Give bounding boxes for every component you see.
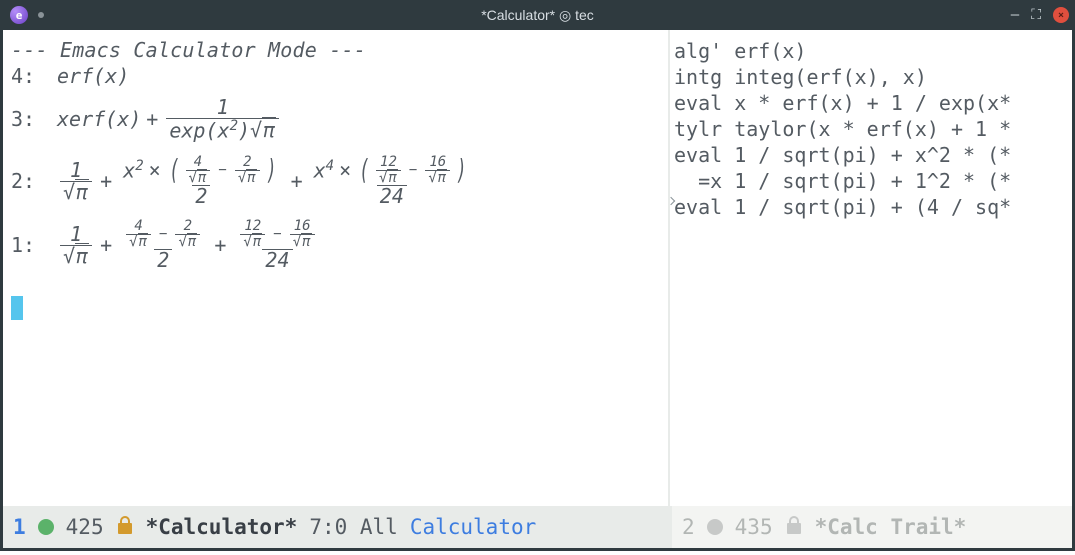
- stack-index: 3:: [11, 107, 57, 131]
- stack-row-3: 3: xerf(x) + 1 exp(x2)π: [11, 90, 666, 148]
- status-dot-icon: [38, 519, 54, 535]
- lock-icon: [116, 515, 134, 540]
- minimize-button[interactable]: –: [1011, 8, 1019, 22]
- stack-row-4: 4: erf(x): [11, 64, 666, 88]
- buffer-name: *Calc Trail*: [815, 515, 967, 539]
- buffer-name: *Calculator*: [146, 515, 298, 539]
- line-count: 435: [735, 515, 773, 539]
- modified-indicator-icon: [38, 12, 44, 18]
- trail-line: eval 1 / sqrt(pi) + x^2 * (*: [674, 142, 1072, 168]
- trail-line: tylr taylor(x * erf(x) + 1 *: [674, 116, 1072, 142]
- stack-expr: xerf(x) + 1 exp(x2)π: [57, 97, 282, 142]
- stack-index: 2:: [11, 169, 57, 193]
- line-count: 425: [66, 515, 104, 539]
- trail-line: =x 1 / sqrt(pi) + 1^2 * (*: [674, 168, 1072, 194]
- window-number: 2: [682, 515, 695, 539]
- cursor-position: 7:0 All: [309, 515, 398, 539]
- text-cursor: [11, 296, 23, 320]
- lock-icon: [785, 515, 803, 540]
- trail-line: eval x * erf(x) + 1 / exp(x*: [674, 90, 1072, 116]
- stack-row-2: 2: 1 π + x2 × ( 4 π: [11, 150, 666, 212]
- trail-line: eval 1 / sqrt(pi) + (4 / sq*: [674, 194, 1072, 220]
- modelines: 1 425 *Calculator* 7:0 All Calculator 2 …: [3, 506, 1072, 548]
- close-button[interactable]: ×: [1053, 7, 1069, 23]
- trail-line: alg' erf(x): [674, 38, 1072, 64]
- calc-trail-pane[interactable]: alg' erf(x) intg integ(erf(x), x) eval x…: [670, 30, 1072, 506]
- stack-expr: 1 π + x2 × ( 4 π −: [57, 155, 476, 207]
- calculator-pane[interactable]: --- Emacs Calculator Mode --- 4: erf(x) …: [3, 30, 670, 506]
- window-title: *Calculator* ◎ tec: [0, 7, 1075, 24]
- calc-header: --- Emacs Calculator Mode ---: [11, 38, 666, 62]
- stack-row-1: 1: 1 π + 4 π −: [11, 214, 666, 276]
- stack-index: 4:: [11, 64, 57, 88]
- titlebar: e *Calculator* ◎ tec – ⛶ ×: [0, 0, 1075, 30]
- window-number: 1: [13, 515, 26, 539]
- stack-expr: 1 π + 4 π − 2 π: [57, 219, 324, 271]
- maximize-button[interactable]: ⛶: [1031, 8, 1041, 22]
- modeline-calculator[interactable]: 1 425 *Calculator* 7:0 All Calculator: [3, 506, 670, 548]
- status-dot-icon: [707, 519, 723, 535]
- emacs-icon: e: [10, 6, 28, 24]
- major-mode: Calculator: [410, 515, 536, 539]
- trail-line: intg integ(erf(x), x): [674, 64, 1072, 90]
- workspace: --- Emacs Calculator Mode --- 4: erf(x) …: [0, 30, 1075, 551]
- stack-index: 1:: [11, 233, 57, 257]
- modeline-calc-trail[interactable]: 2 435 *Calc Trail*: [670, 506, 1072, 548]
- stack-expr: erf(x): [57, 64, 129, 88]
